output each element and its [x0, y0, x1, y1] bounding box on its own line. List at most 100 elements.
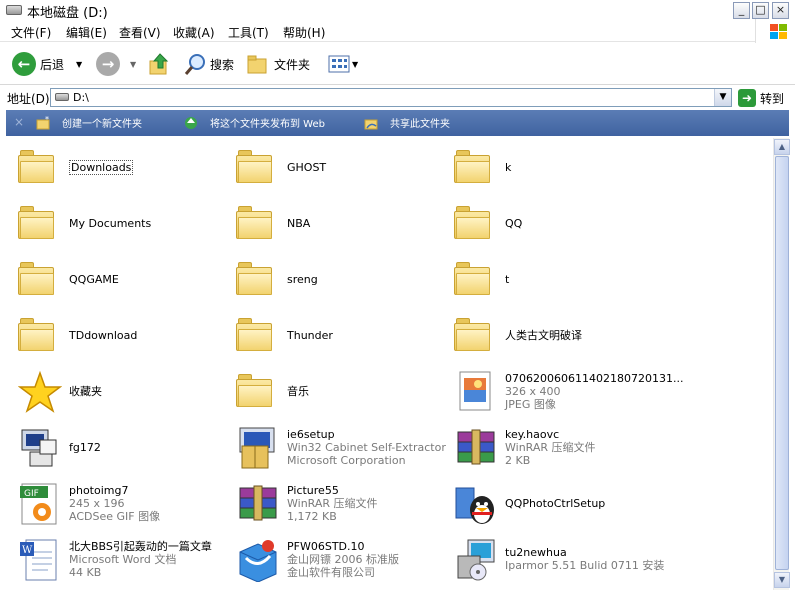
item-name: photoimg7: [69, 483, 129, 497]
folder-icon: [18, 258, 62, 302]
list-item[interactable]: tu2newhua Iparmor 5.51 Bulid 0711 安装: [446, 532, 664, 586]
item-size: 1,172 KB: [287, 509, 337, 523]
list-item[interactable]: 07062006061140218072013​1... 326 x 400 J…: [446, 364, 683, 418]
list-item[interactable]: Downloads: [10, 140, 228, 194]
title-bar: 本地磁盘 (D:) _ □ ×: [0, 0, 795, 21]
folder-icon: [454, 146, 498, 190]
svg-text:W: W: [22, 545, 33, 556]
scroll-up-button[interactable]: ▲: [774, 139, 790, 155]
item-name: QQPhotoCtrlSetup: [505, 496, 606, 510]
task-publish-web[interactable]: 将这个文件夹发布到 Web: [184, 115, 325, 130]
firewall-install-icon: [236, 538, 280, 583]
list-item[interactable]: 人类古文明破译: [446, 308, 664, 362]
list-item[interactable]: Picture55 WinRAR 压缩文件 1,172 KB: [228, 476, 446, 530]
scroll-down-button[interactable]: ▼: [774, 572, 790, 588]
folder-icon: [18, 146, 62, 190]
list-item[interactable]: QQPhotoCtrlSetup: [446, 476, 664, 530]
chevron-down-icon[interactable]: ▼: [714, 89, 731, 106]
folder-icon: [454, 314, 498, 358]
list-item[interactable]: GHOST: [228, 140, 446, 194]
jpeg-image-icon: [454, 370, 498, 414]
list-item[interactable]: fg172: [10, 420, 228, 474]
list-item[interactable]: PFW06STD.10 金山网镖 2006 标准版 金山软件有限公司: [228, 532, 446, 586]
item-name: 收藏夹: [69, 384, 102, 398]
item-detail: 245 x 196: [69, 496, 125, 510]
list-item[interactable]: sreng: [228, 252, 446, 306]
menu-edit[interactable]: 编辑(E): [66, 24, 107, 41]
list-item[interactable]: TDdownload: [10, 308, 228, 362]
list-item[interactable]: GIF photoimg7 245 x 196 ACDSee GIF 图像: [10, 476, 228, 530]
menu-tools[interactable]: 工具(T): [228, 24, 269, 41]
item-name: GHOST: [287, 160, 327, 174]
list-item[interactable]: NBA: [228, 196, 446, 250]
computer-program-icon: [18, 426, 62, 470]
item-type: WinRAR 压缩文件: [287, 496, 378, 510]
list-item[interactable]: t: [446, 252, 664, 306]
search-icon: [184, 54, 205, 75]
minimize-button[interactable]: _: [733, 2, 750, 19]
drive-icon: [6, 5, 22, 15]
chevron-down-icon[interactable]: ▼: [76, 60, 82, 69]
close-pane-icon[interactable]: ×: [14, 115, 24, 129]
up-folder-icon: [149, 53, 169, 75]
menu-file[interactable]: 文件(F): [11, 24, 51, 41]
vertical-scrollbar[interactable]: ▲ ▼: [773, 138, 790, 590]
menu-view[interactable]: 查看(V): [119, 24, 161, 41]
scroll-thumb[interactable]: [775, 156, 789, 570]
list-item[interactable]: k: [446, 140, 664, 194]
item-name: Picture55: [287, 483, 339, 497]
menu-favorites[interactable]: 收藏(A): [173, 24, 215, 41]
publish-web-icon: [185, 116, 197, 129]
address-value: D:\: [73, 91, 89, 104]
folders-button[interactable]: 文件夹: [247, 51, 310, 77]
views-button[interactable]: ▼: [328, 51, 358, 77]
item-detail: 326 x 400: [505, 384, 561, 398]
item-type: WinRAR 压缩文件: [505, 440, 596, 454]
search-button[interactable]: 搜索: [183, 51, 234, 77]
task-bar: × * 创建一个新文件夹 将这个文件夹发布到 Web 共享此文件夹: [6, 110, 789, 136]
chevron-down-icon[interactable]: ▼: [352, 60, 358, 69]
windows-logo-icon: [755, 19, 795, 43]
task-share-folder[interactable]: 共享此文件夹: [364, 115, 450, 130]
list-item[interactable]: Thunder: [228, 308, 446, 362]
close-button[interactable]: ×: [772, 2, 789, 19]
item-name: tu2newhua: [505, 546, 567, 559]
list-item[interactable]: W 北大BBS引起轰动的一篇文章 Microsoft Word 文档 44 KB: [10, 532, 228, 586]
item-name: 北大BBS引起轰动的一篇文章: [69, 539, 212, 553]
drive-icon: [55, 93, 69, 101]
back-button[interactable]: ← 后退 ▼: [12, 51, 82, 77]
menu-help[interactable]: 帮助(H): [283, 24, 325, 41]
folders-label: 文件夹: [274, 57, 311, 72]
maximize-button[interactable]: □: [752, 2, 769, 19]
go-arrow-icon: ➜: [738, 89, 756, 107]
go-button[interactable]: ➜ 转到: [738, 88, 784, 108]
item-name: ie6setup: [287, 427, 335, 441]
list-item[interactable]: QQGAME: [10, 252, 228, 306]
forward-button[interactable]: → ▼: [96, 51, 136, 77]
item-name: PFW06STD.10: [287, 539, 365, 553]
winrar-archive-icon: [236, 482, 280, 526]
item-company: Microsoft Corporation: [287, 453, 406, 467]
winrar-archive-icon: [454, 426, 498, 470]
list-item[interactable]: key.haovc WinRAR 压缩文件 2 KB: [446, 420, 664, 474]
folder-icon: [236, 370, 280, 414]
address-input[interactable]: D:\ ▼: [50, 88, 732, 107]
folder-icon: [236, 258, 280, 302]
list-item[interactable]: 收藏夹: [10, 364, 228, 418]
task-new-folder[interactable]: * 创建一个新文件夹: [36, 115, 142, 130]
folder-icon: [18, 202, 62, 246]
item-size: 2 KB: [505, 453, 531, 467]
item-name: 07062006061140218072013​1...: [505, 371, 684, 385]
item-name: QQGAME: [69, 272, 119, 286]
item-name: fg172: [69, 440, 101, 454]
list-item[interactable]: My Documents: [10, 196, 228, 250]
list-item[interactable]: QQ: [446, 196, 664, 250]
chevron-down-icon[interactable]: ▼: [130, 60, 136, 69]
item-detail: Win32 Cabinet Self-Extractor: [287, 440, 446, 454]
list-item[interactable]: 音乐: [228, 364, 446, 418]
up-folder-button[interactable]: [148, 51, 170, 77]
list-item[interactable]: ie6setup Win32 Cabinet Self-Extractor Mi…: [228, 420, 446, 474]
go-label: 转到: [760, 91, 785, 106]
word-document-icon: W: [18, 538, 62, 582]
item-name: key.haovc: [505, 427, 560, 441]
